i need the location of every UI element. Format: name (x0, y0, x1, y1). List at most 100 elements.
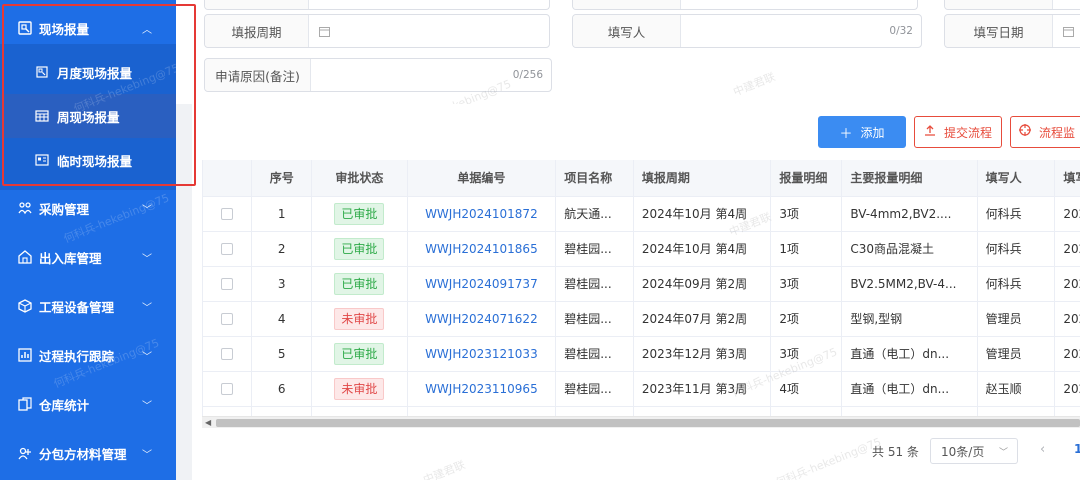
add-button[interactable]: ＋ 添加 (818, 116, 906, 148)
row-checkbox[interactable] (221, 313, 234, 325)
scrollbar-thumb[interactable] (216, 419, 1080, 427)
menu-item-tracking[interactable]: 过程执行跟踪 ﹀ (0, 333, 176, 377)
status-cell: 已审批 (311, 196, 408, 232)
form-field-top-right[interactable] (944, 0, 1080, 10)
page-size-select[interactable]: 10条/页 ﹀ (930, 438, 1018, 464)
search-form: 填报周期 填写人 0/32 填写日期 申请原因(备注) 0/256 中建君联 何… (176, 0, 1080, 132)
stats-icon (18, 397, 32, 411)
header-cell: 报量明细 (770, 160, 843, 197)
table-row[interactable]: 3 已审批 WWJH2024091737 碧桂园... 2024年09月 第2周 3项 BV… (203, 266, 1080, 302)
submenu-item-weekly-report[interactable]: 周现场报量 (0, 94, 176, 138)
submit-flow-button[interactable]: 提交流程 (914, 116, 1002, 148)
row-checkbox-cell (203, 196, 253, 232)
filler-field[interactable]: 填写人 0/32 (572, 14, 922, 48)
menu-label: 过程执行跟踪 (39, 348, 115, 364)
menu-item-warehouse-stats[interactable]: 仓库统计 ﹀ (0, 382, 176, 426)
row-checkbox[interactable] (221, 348, 234, 360)
fill-date-cell: 2024-10-23 (1054, 196, 1080, 232)
filler-cell: 管理员 (977, 336, 1056, 372)
header-cell: 主要报量明细 (841, 160, 978, 197)
content-panel: ＋ 添加 提交流程 流程监 序号 审批状态 单据编号 项目名称 填报周期 报量明… (192, 104, 1080, 480)
status-badge: 未审批 (334, 377, 385, 400)
horizontal-scrollbar[interactable]: ◀ (202, 416, 1080, 428)
filler-cell: 管理员 (977, 301, 1056, 337)
date-field[interactable]: 填写日期 (944, 14, 1080, 48)
month-report-icon (35, 65, 49, 79)
table-row[interactable]: 5 已审批 WWJH2023121033 碧桂园... 2023年12月 第3周 3项 直通… (203, 336, 1080, 372)
crosshair-icon (1019, 124, 1031, 140)
row-checkbox-cell (203, 231, 253, 267)
table-row[interactable]: 1 已审批 WWJH2024101872 航天通... 2024年10月 第4周 3项 BV… (203, 196, 1080, 232)
page-number[interactable]: 1 (1074, 442, 1080, 456)
seq-cell: 6 (251, 371, 313, 407)
row-checkbox[interactable] (221, 383, 234, 395)
scroll-left-icon[interactable]: ◀ (205, 418, 211, 427)
period-cell: 2024年07月 第2周 (633, 301, 772, 337)
project-name-cell: 碧桂园... (555, 371, 634, 407)
table-row[interactable]: 4 未审批 WWJH2024071622 碧桂园... 2024年07月 第2周 2项 型钢… (203, 301, 1080, 337)
detail-count-cell: 3项 (770, 266, 843, 302)
menu-label: 分包方材料管理 (39, 446, 127, 462)
equipment-icon (18, 299, 32, 313)
flow-monitor-label: 流程监 (1039, 125, 1076, 140)
filler-input[interactable]: 0/32 (681, 15, 921, 47)
prev-page-icon[interactable]: ‹ (1040, 442, 1045, 457)
doc-number-link[interactable]: WWJH2024101865 (425, 242, 538, 256)
field-value (681, 0, 917, 9)
row-checkbox[interactable] (221, 243, 234, 255)
table-row[interactable]: 6 未审批 WWJH2023110965 碧桂园... 2023年11月 第3周 4项 直通… (203, 371, 1080, 407)
seq-cell: 5 (251, 336, 313, 372)
detail-count-cell: 1项 (770, 231, 843, 267)
header-cell: 填写人 (977, 160, 1056, 197)
reason-field[interactable]: 申请原因(备注) 0/256 (204, 58, 552, 92)
detail-count-cell: 2项 (770, 301, 843, 337)
menu-item-subcontract[interactable]: 分包方材料管理 ﹀ (0, 431, 176, 475)
project-name-cell: 碧桂园... (555, 301, 634, 337)
watermark: 中建君联 (731, 70, 778, 99)
field-label (573, 0, 681, 9)
doc-number-link[interactable]: WWJH2023121033 (425, 347, 538, 361)
menu-item-site-report[interactable]: 现场报量 ︿ (0, 6, 176, 50)
date-input[interactable] (1053, 15, 1080, 47)
submenu-item-monthly-report[interactable]: 月度现场报量 (0, 50, 176, 94)
row-checkbox-cell (203, 301, 253, 337)
period-cell: 2023年12月 第3周 (633, 336, 772, 372)
flow-monitor-button[interactable]: 流程监 (1010, 116, 1080, 148)
doc-number-link[interactable]: WWJH2024091737 (425, 277, 538, 291)
filler-cell: 何科兵 (977, 231, 1056, 267)
main-detail-cell: 型钢,型钢 (841, 301, 978, 337)
table-row[interactable]: 2 已审批 WWJH2024101865 碧桂园... 2024年10月 第4周 1项 C3… (203, 231, 1080, 267)
doc-number-link[interactable]: WWJH2024071622 (425, 312, 538, 326)
doc-number-link[interactable]: WWJH2024101872 (425, 207, 538, 221)
menu-item-warehouse[interactable]: 出入库管理 ﹀ (0, 235, 176, 279)
doc-number-cell: WWJH2023110965 (407, 371, 557, 407)
status-cell: 已审批 (311, 231, 408, 267)
period-field[interactable]: 填报周期 (204, 14, 550, 48)
data-table: 序号 审批状态 单据编号 项目名称 填报周期 报量明细 主要报量明细 填写人 填… (202, 160, 1080, 426)
date-label: 填写日期 (945, 15, 1053, 47)
form-field-top-left[interactable] (204, 0, 550, 10)
doc-number-cell: WWJH2024101872 (407, 196, 557, 232)
menu-label: 现场报量 (39, 21, 90, 37)
main-detail-cell: C30商品混凝土 (841, 231, 978, 267)
header-cell: 填写日期 (1054, 160, 1080, 197)
filler-cell: 何科兵 (977, 266, 1056, 302)
row-checkbox[interactable] (221, 278, 234, 290)
submenu-item-temp-report[interactable]: 临时现场报量 (0, 138, 176, 182)
menu-item-equipment[interactable]: 工程设备管理 ﹀ (0, 284, 176, 328)
chevron-down-icon: ﹀ (142, 302, 152, 314)
fill-date-cell: 2024-07-14 (1054, 301, 1080, 337)
row-checkbox[interactable] (221, 208, 234, 220)
chevron-down-icon: ﹀ (142, 351, 152, 363)
filler-cell: 何科兵 (977, 196, 1056, 232)
submit-flow-label: 提交流程 (943, 125, 992, 140)
status-cell: 已审批 (311, 336, 408, 372)
row-checkbox-cell (203, 266, 253, 302)
form-field-top-mid[interactable] (572, 0, 918, 10)
doc-number-link[interactable]: WWJH2023110965 (425, 382, 538, 396)
reason-input[interactable]: 0/256 (311, 59, 551, 91)
menu-item-purchase[interactable]: 采购管理 ﹀ (0, 186, 176, 230)
period-input[interactable] (309, 15, 549, 47)
row-checkbox-cell (203, 336, 253, 372)
main-detail-cell: BV2.5MM2,BV-4... (841, 266, 978, 302)
